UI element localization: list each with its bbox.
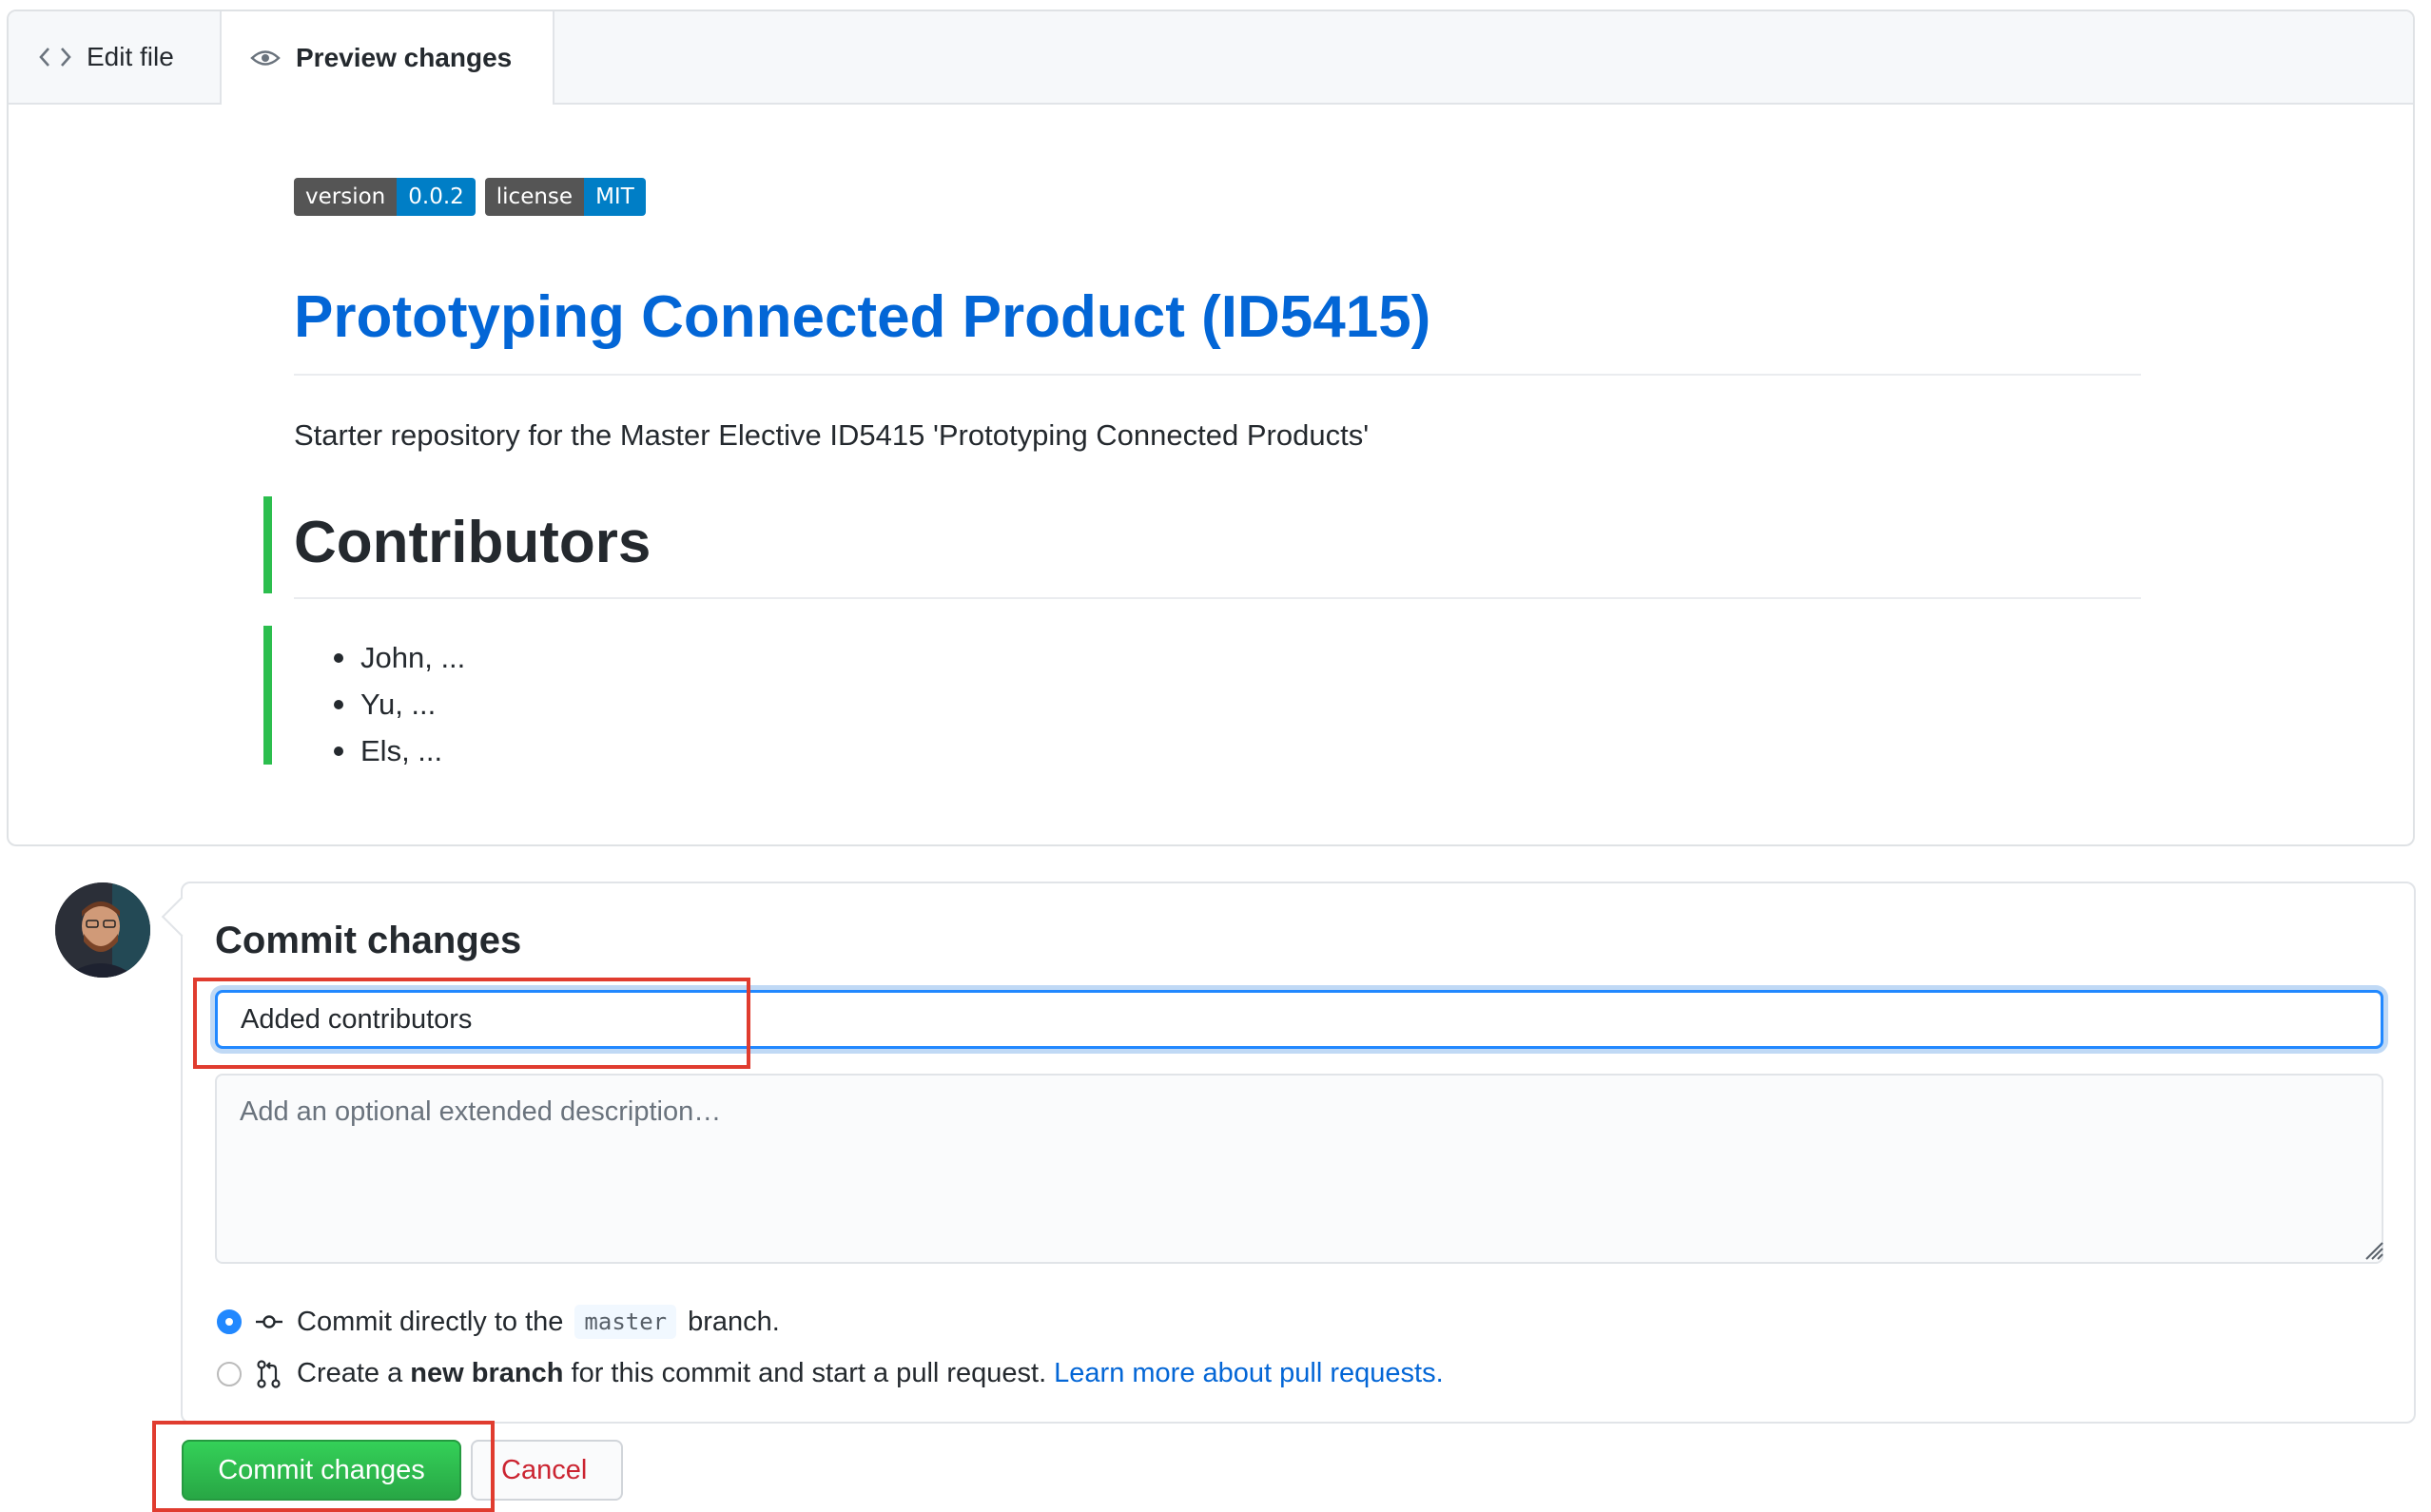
badge-key: license	[484, 178, 585, 216]
git-pull-request-icon	[255, 1359, 283, 1388]
commit-heading: Commit changes	[215, 920, 522, 961]
license-badge[interactable]: license MIT	[484, 178, 646, 216]
user-photo-icon	[55, 882, 150, 978]
list-item: Yu, ...	[294, 681, 465, 727]
new-branch-text: Create a	[297, 1358, 403, 1388]
git-commit-icon	[255, 1312, 283, 1331]
readme-description: Starter repository for the Master Electi…	[294, 418, 1370, 452]
commit-changes-button[interactable]: Commit changes	[182, 1440, 461, 1501]
new-branch-bold: new branch	[410, 1358, 564, 1388]
branch-name: master	[574, 1305, 677, 1339]
commit-summary-input[interactable]	[215, 990, 2383, 1049]
badge-value: 0.0.2	[397, 178, 476, 216]
commit-direct-option: Commit directly to the master branch.	[217, 1305, 780, 1339]
tab-edit-label: Edit file	[87, 42, 174, 71]
tab-preview-changes[interactable]: Preview changes	[222, 11, 554, 105]
eye-icon	[250, 50, 281, 66]
commit-direct-text-end: branch.	[688, 1306, 780, 1337]
avatar	[55, 882, 150, 978]
commit-form: Commit changes Commit directly to the ma…	[181, 882, 2416, 1424]
version-badge[interactable]: version 0.0.2	[294, 178, 476, 216]
badge-value: MIT	[584, 178, 646, 216]
new-branch-option: Create a new branch for this commit and …	[217, 1358, 1444, 1389]
changed-lines-marker	[263, 496, 272, 593]
badge-row: version 0.0.2 license MIT	[294, 178, 2141, 216]
list-item: John, ...	[294, 634, 465, 681]
code-icon	[39, 48, 71, 67]
tab-edit-file[interactable]: Edit file	[9, 11, 222, 103]
tab-preview-label: Preview changes	[296, 43, 513, 72]
new-branch-radio[interactable]	[217, 1361, 242, 1386]
commit-direct-radio[interactable]	[217, 1309, 242, 1334]
readme-title-link[interactable]: Prototyping Connected Product (ID5415)	[294, 282, 2141, 377]
new-branch-text-end: for this commit and start a pull request…	[571, 1358, 1047, 1388]
commit-description-textarea[interactable]	[215, 1074, 2383, 1264]
markdown-preview: version 0.0.2 license MIT Prototyping Co…	[294, 178, 2141, 767]
contributors-heading: Contributors	[294, 508, 2141, 600]
changed-lines-marker	[263, 626, 272, 765]
editor-tabbar: Edit file Preview changes	[9, 11, 2413, 105]
pull-requests-help-link[interactable]: Learn more about pull requests.	[1054, 1358, 1443, 1389]
list-item: Els, ...	[294, 727, 465, 774]
commit-direct-text: Commit directly to the	[297, 1306, 564, 1337]
contributors-list: John, ... Yu, ... Els, ...	[294, 634, 465, 774]
badge-key: version	[294, 178, 398, 216]
file-editor: Edit file Preview changes version 0.0.2 …	[7, 10, 2415, 846]
cancel-button[interactable]: Cancel	[471, 1440, 623, 1501]
resize-grip-icon[interactable]	[2363, 1239, 2383, 1260]
